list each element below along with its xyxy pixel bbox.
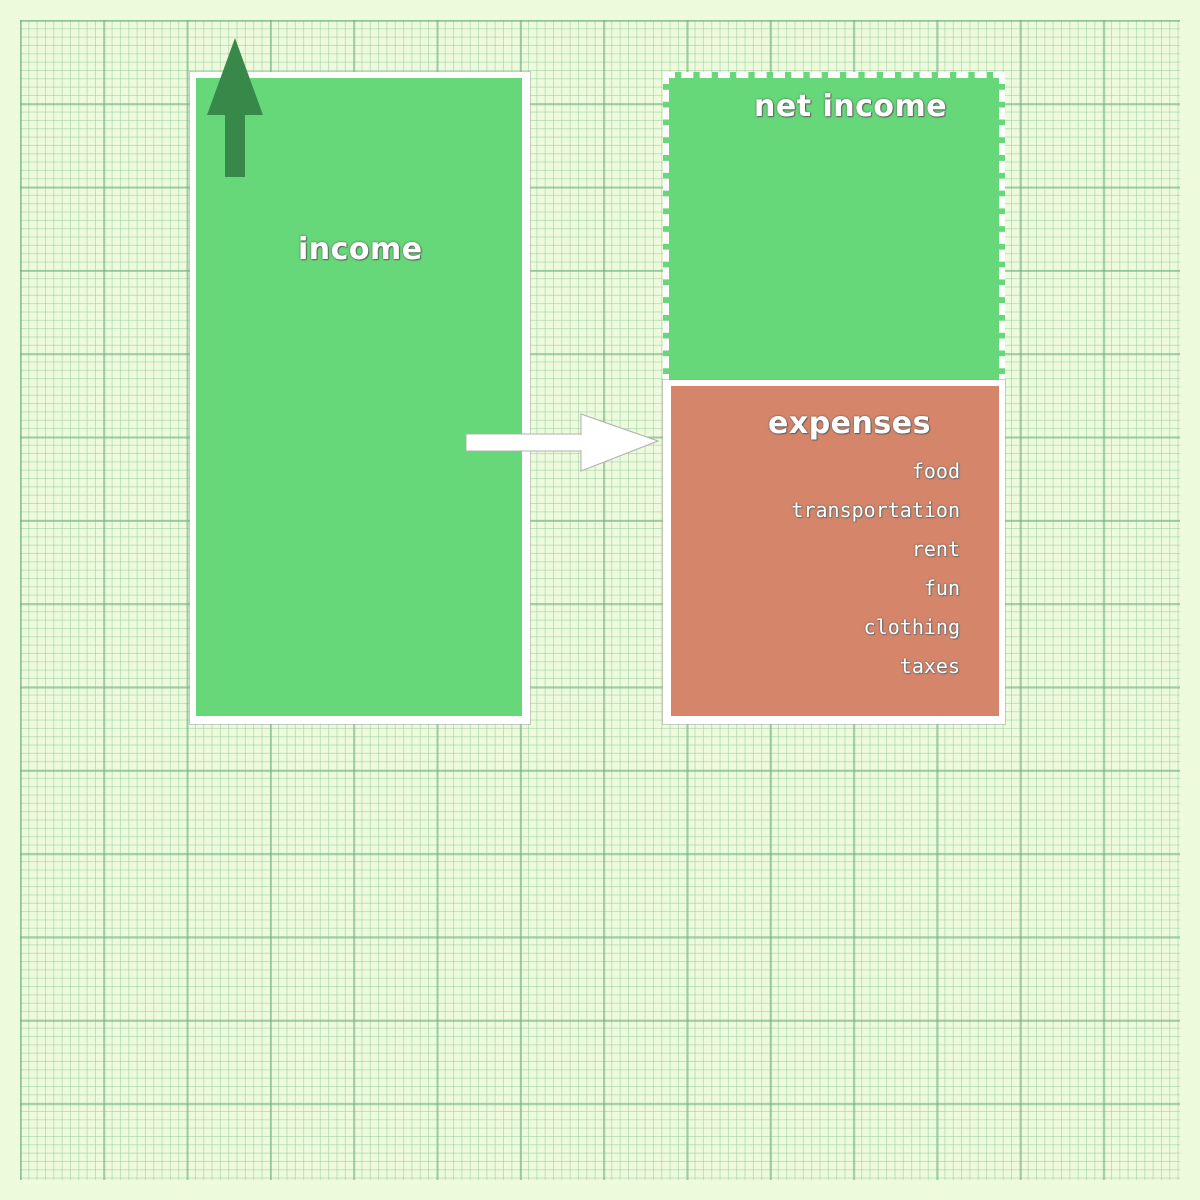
expenses-label: expenses <box>768 406 931 441</box>
expense-list: food transportation rent fun clothing ta… <box>791 456 960 690</box>
expense-item-transportation: transportation <box>791 498 960 522</box>
expense-item-clothing: clothing <box>863 615 960 639</box>
income-label: income <box>298 232 423 267</box>
expense-item-taxes: taxes <box>899 654 960 678</box>
expense-item-fun: fun <box>923 576 960 600</box>
net-income-label: net income <box>754 89 948 124</box>
expense-item-food: food <box>911 459 960 483</box>
income-block <box>189 71 531 725</box>
expense-item-rent: rent <box>911 537 960 561</box>
